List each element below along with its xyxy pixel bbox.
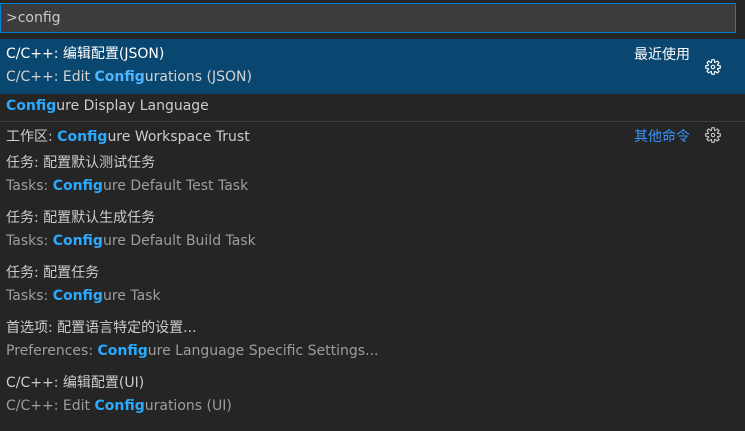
command-results-list: C/C++: 编辑配置(JSON) 最近使用 C/C++: Edit Confi… xyxy=(0,39,745,423)
match-highlight: Config xyxy=(52,178,103,194)
other-commands-label: 其他命令 xyxy=(634,129,690,145)
command-item-configure-workspace-trust[interactable]: 工作区: Configure Workspace Trust 其他命令 xyxy=(0,121,745,148)
gear-icon[interactable] xyxy=(703,57,723,77)
command-item-detail: Tasks: Configure Default Test Task xyxy=(6,178,248,194)
command-item-label: Configure Display Language xyxy=(6,98,209,114)
command-item-label: 任务: 配置默认生成任务 xyxy=(6,210,156,226)
command-item-label: 首选项: 配置语言特定的设置... xyxy=(6,320,197,336)
command-item-label: 任务: 配置默认测试任务 xyxy=(6,155,156,171)
command-item-configure-default-test-task[interactable]: 任务: 配置默认测试任务 Tasks: Configure Default Te… xyxy=(0,148,745,203)
label-prefix: 工作区: xyxy=(6,129,58,145)
command-item-detail: Preferences: Configure Language Specific… xyxy=(6,343,378,359)
detail-prefix: C/C++: Edit xyxy=(6,398,95,414)
label-suffix: ure Display Language xyxy=(56,98,209,114)
command-item-configure-default-build-task[interactable]: 任务: 配置默认生成任务 Tasks: Configure Default Bu… xyxy=(0,203,745,258)
recently-used-label: 最近使用 xyxy=(634,47,690,63)
command-input[interactable]: >config xyxy=(0,3,736,33)
detail-prefix: Tasks: xyxy=(6,178,53,194)
command-item-label: 任务: 配置任务 xyxy=(6,265,100,281)
detail-prefix: Preferences: xyxy=(6,343,98,359)
command-item-detail: Tasks: Configure Task xyxy=(6,288,161,304)
match-highlight: Config xyxy=(97,343,148,359)
detail-suffix: ure Task xyxy=(102,288,161,304)
detail-suffix: ure Default Test Task xyxy=(102,178,249,194)
detail-suffix: urations (UI) xyxy=(144,398,232,414)
gear-icon[interactable] xyxy=(703,125,723,145)
command-item-label: C/C++: 编辑配置(UI) xyxy=(6,375,145,391)
command-item-label: C/C++: 编辑配置(JSON) xyxy=(6,46,165,62)
command-item-cpp-edit-config-ui[interactable]: C/C++: 编辑配置(UI) C/C++: Edit Configuratio… xyxy=(0,368,745,423)
match-highlight: Config xyxy=(94,69,145,85)
command-item-label: 工作区: Configure Workspace Trust xyxy=(6,126,250,146)
match-highlight: Config xyxy=(52,233,103,249)
match-highlight: Config xyxy=(52,288,103,304)
detail-prefix: Tasks: xyxy=(6,233,53,249)
label-suffix: ure Workspace Trust xyxy=(107,129,250,145)
detail-suffix: ure Language Specific Settings... xyxy=(147,343,379,359)
match-highlight: Config xyxy=(57,129,108,145)
command-input-value[interactable]: >config xyxy=(6,10,61,26)
command-item-configure-language-specific-settings[interactable]: 首选项: 配置语言特定的设置... Preferences: Configure… xyxy=(0,313,745,368)
detail-prefix: Tasks: xyxy=(6,288,53,304)
detail-prefix: C/C++: Edit xyxy=(6,69,95,85)
detail-suffix: urations (JSON) xyxy=(144,69,252,85)
command-item-configure-display-language[interactable]: Configure Display Language xyxy=(0,94,745,121)
command-palette: >config C/C++: 编辑配置(JSON) 最近使用 C/C++: Ed… xyxy=(0,0,745,431)
match-highlight: Config xyxy=(94,398,145,414)
detail-suffix: ure Default Build Task xyxy=(102,233,256,249)
command-item-detail: C/C++: Edit Configurations (JSON) xyxy=(6,69,252,85)
match-highlight: Config xyxy=(6,98,57,114)
command-input-container: >config xyxy=(0,0,745,37)
command-item-detail: Tasks: Configure Default Build Task xyxy=(6,233,256,249)
command-item-configure-task[interactable]: 任务: 配置任务 Tasks: Configure Task xyxy=(0,258,745,313)
command-item-detail: C/C++: Edit Configurations (UI) xyxy=(6,398,232,414)
command-item-cpp-edit-config-json[interactable]: C/C++: 编辑配置(JSON) 最近使用 C/C++: Edit Confi… xyxy=(0,39,745,94)
